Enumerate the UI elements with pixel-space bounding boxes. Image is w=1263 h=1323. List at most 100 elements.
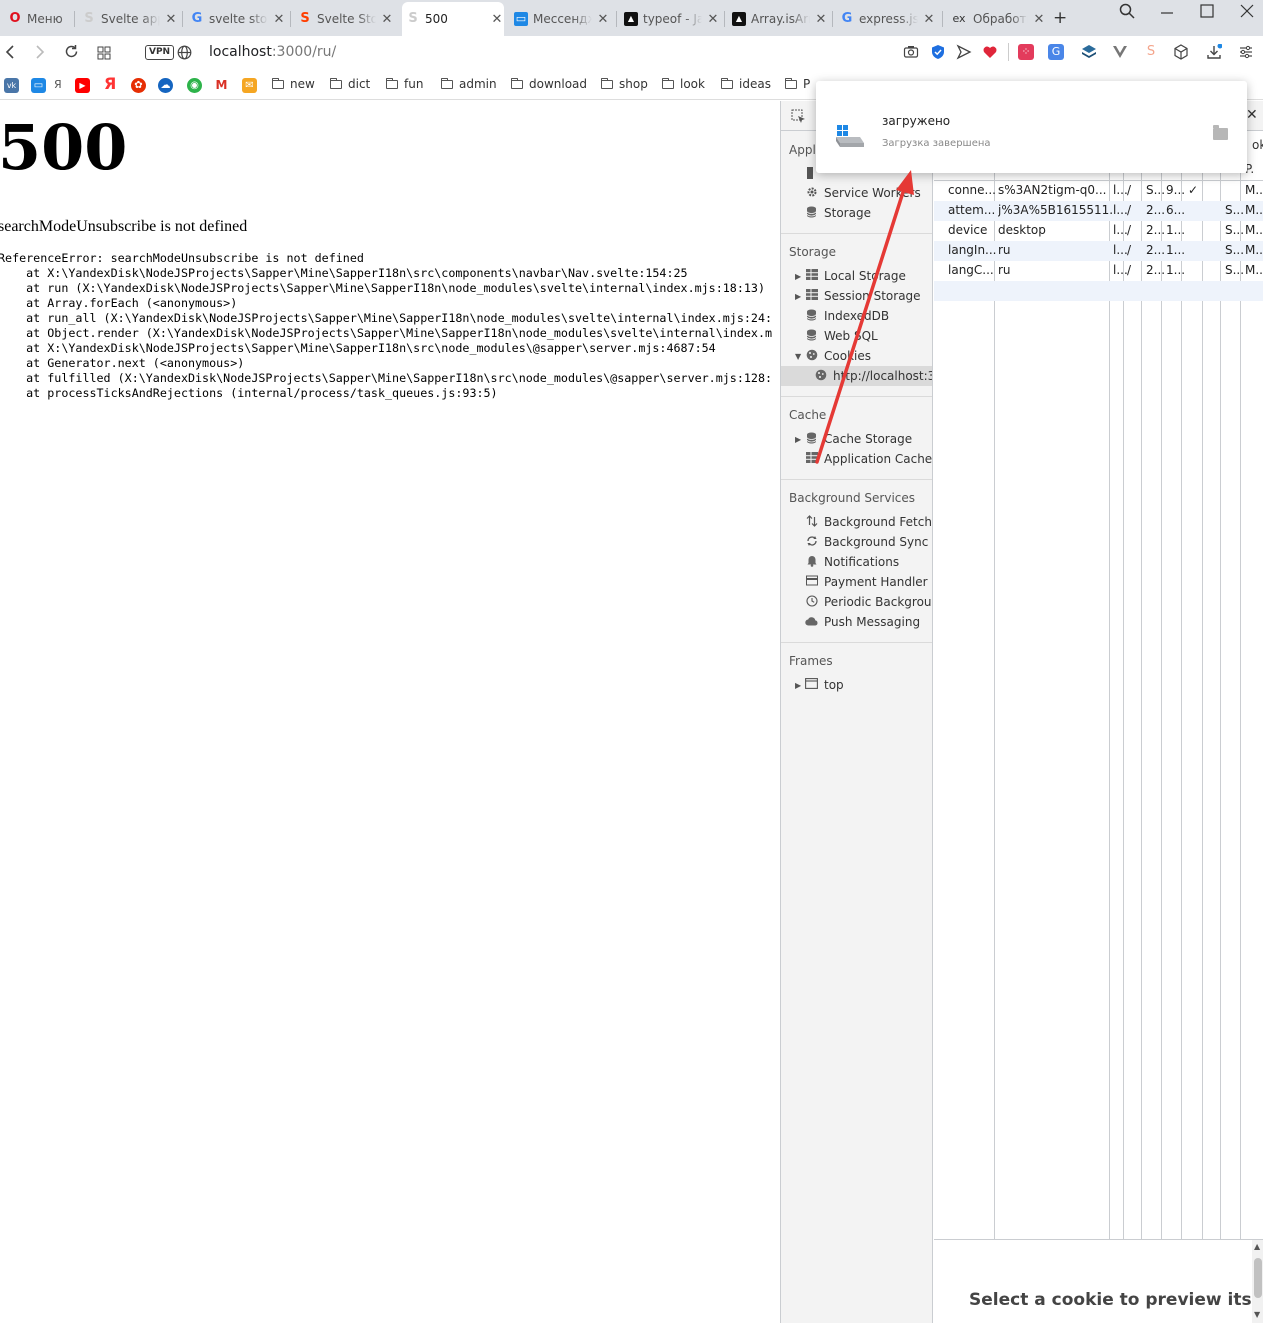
sidebar-item-cache-storage[interactable]: ▶ Cache Storage	[795, 429, 912, 449]
table-row[interactable]: langIn...rul.../2...1...S...M...	[934, 241, 1263, 261]
tab-5[interactable]: ▭ Мессендж ✕	[510, 4, 610, 34]
shield-icon[interactable]	[930, 44, 946, 60]
close-window-icon[interactable]	[1240, 4, 1254, 22]
bookmark-folder-5[interactable]: shop	[601, 77, 648, 91]
column-divider[interactable]	[1202, 161, 1203, 1239]
bookmark-folder-6[interactable]: look	[662, 77, 705, 91]
column-divider[interactable]	[994, 161, 995, 1239]
bookmark-folder-4[interactable]: download	[511, 77, 587, 91]
new-tab-button[interactable]: +	[1053, 8, 1067, 28]
tab-3[interactable]: S Svelte Stor ✕	[294, 4, 394, 34]
tab-close-icon[interactable]: ✕	[380, 12, 394, 27]
bookmark-folder-1[interactable]: dict	[330, 77, 370, 91]
bookmark-folder-3[interactable]: admin	[441, 77, 497, 91]
tab-close-icon[interactable]: ✕	[596, 12, 610, 27]
download-icon[interactable]	[1206, 43, 1223, 60]
column-divider[interactable]	[1240, 161, 1241, 1239]
search-tabs-icon[interactable]	[1119, 3, 1135, 23]
sidebar-item-http-localhost-30[interactable]: http://localhost:30	[781, 366, 932, 386]
yandex-icon[interactable]: Я	[104, 74, 116, 93]
sidebar-item-service-workers[interactable]: Service Workers	[795, 183, 921, 203]
download-popup[interactable]: загружено Загрузка завершена	[816, 81, 1247, 173]
layers-icon[interactable]	[1081, 44, 1097, 60]
scroll-up-icon[interactable]: ▲	[1254, 1242, 1260, 1251]
tab-close-icon[interactable]: ✕	[706, 12, 720, 27]
sidebar-item-local-storage[interactable]: ▶ Local Storage	[795, 266, 906, 286]
table-row[interactable]: conne... s%3AN2tigm-q0... l... / S... 9... ✓ M.…	[934, 181, 1263, 201]
scroll-down-icon[interactable]: ▼	[1254, 1310, 1260, 1319]
bookmark-folder-7[interactable]: ideas	[721, 77, 771, 91]
tab-close-icon[interactable]: ✕	[490, 12, 504, 27]
svelte-ext-icon[interactable]: S	[1143, 44, 1159, 60]
tab-close-icon[interactable]: ✕	[814, 12, 828, 27]
gmail-icon[interactable]: M	[214, 78, 229, 93]
green-bookmark-icon[interactable]: ◉	[187, 78, 202, 93]
maximize-icon[interactable]	[1200, 4, 1214, 22]
messenger-icon[interactable]: ▭	[31, 78, 46, 93]
vue-icon[interactable]	[1112, 44, 1128, 60]
minimize-icon[interactable]	[1160, 3, 1174, 23]
youtube-icon[interactable]: ▶	[75, 78, 90, 93]
sidebar-item-periodic-background[interactable]: Periodic Background	[795, 592, 932, 612]
sidebar-item-notifications[interactable]: Notifications	[795, 552, 899, 572]
camera-icon[interactable]	[903, 44, 919, 60]
sidebar-item-top[interactable]: ▶ top	[795, 675, 844, 695]
inspect-element-icon[interactable]	[791, 109, 806, 128]
tab-close-icon[interactable]: ✕	[922, 12, 936, 27]
tab-6[interactable]: ▲ typeof - Ja ✕	[620, 4, 720, 34]
column-divider[interactable]	[1141, 161, 1142, 1239]
tab-7[interactable]: ▲ Array.isArr ✕	[728, 4, 828, 34]
easy-setup-icon[interactable]	[1238, 44, 1254, 60]
sidebar-item-web-sql[interactable]: Web SQL	[795, 326, 878, 346]
preview-scrollbar[interactable]: ▲ ▼	[1252, 1240, 1263, 1323]
globe-icon[interactable]	[177, 45, 192, 64]
column-divider[interactable]	[1123, 161, 1124, 1239]
tab-1[interactable]: S Svelte app ✕	[78, 4, 178, 34]
column-divider[interactable]	[1161, 161, 1162, 1239]
table-row[interactable]: attem... j%3A%5B1615511... l.../2... 6... S.…	[934, 201, 1263, 221]
sidebar-item-payment-handler[interactable]: Payment Handler	[795, 572, 928, 592]
tab-9[interactable]: ex Обработк ✕	[946, 4, 1046, 34]
send-icon[interactable]	[956, 44, 972, 60]
sidebar-item-storage[interactable]: Storage	[795, 203, 871, 223]
tab-close-icon[interactable]: ✕	[272, 12, 286, 27]
chevron-right-icon[interactable]: ▶	[795, 435, 805, 444]
sidebar-item-background-sync[interactable]: Background Sync	[795, 532, 928, 552]
sidebar-item-indexeddb[interactable]: IndexedDB	[795, 306, 889, 326]
bookmark-folder-0[interactable]: new	[272, 77, 315, 91]
ali-icon[interactable]: ✿	[131, 78, 146, 93]
mail-icon[interactable]: ✉	[242, 78, 257, 93]
tab-8[interactable]: Gexpress.js ✕	[836, 4, 936, 34]
tab-0[interactable]: O Меню	[4, 4, 74, 34]
chevron-right-icon[interactable]: ▶	[795, 272, 805, 281]
heart-icon[interactable]	[982, 44, 998, 60]
translate-icon[interactable]: G	[1048, 44, 1064, 60]
sidebar-item-session-storage[interactable]: ▶ Session Storage	[795, 286, 921, 306]
column-divider[interactable]	[1220, 161, 1221, 1239]
reload-icon[interactable]	[64, 44, 79, 63]
dice-icon[interactable]: ⁘	[1018, 44, 1034, 60]
cloud-bookmark-icon[interactable]: ☁	[158, 78, 173, 93]
tab-close-icon[interactable]: ✕	[1032, 12, 1046, 27]
bookmark-folder-2[interactable]: fun	[386, 77, 423, 91]
chevron-right-icon[interactable]: ▶	[795, 292, 805, 301]
tab-close-icon[interactable]: ✕	[164, 12, 178, 27]
chevron-down-icon[interactable]: ▼	[795, 352, 805, 361]
tab-2[interactable]: Gsvelte stor ✕	[186, 4, 286, 34]
sidebar-item-push-messaging[interactable]: Push Messaging	[795, 612, 920, 632]
cube-icon[interactable]	[1173, 44, 1189, 60]
folder-icon[interactable]	[1213, 125, 1228, 140]
devtools-close-icon[interactable]: ✕	[1246, 107, 1258, 123]
table-row[interactable]: devicedesktopl.../2...1...S...M...	[934, 221, 1263, 241]
url-field[interactable]: localhost:3000/ru/	[209, 44, 336, 60]
sidebar-item-application-cache[interactable]: Application Cache	[795, 449, 932, 469]
speed-dial-icon[interactable]	[97, 45, 111, 64]
tab-4[interactable]: S 500 ✕	[402, 2, 504, 36]
chevron-right-icon[interactable]: ▶	[795, 681, 805, 690]
column-divider[interactable]	[1109, 161, 1110, 1239]
vk-icon[interactable]: vk	[4, 78, 19, 93]
bookmark-folder-8[interactable]: P	[785, 77, 810, 91]
vpn-badge[interactable]: VPN	[145, 45, 175, 60]
bookmark-ya-letter[interactable]: Я	[54, 78, 62, 91]
table-row[interactable]: langC...rul.../2...1...S...M...	[934, 261, 1263, 281]
